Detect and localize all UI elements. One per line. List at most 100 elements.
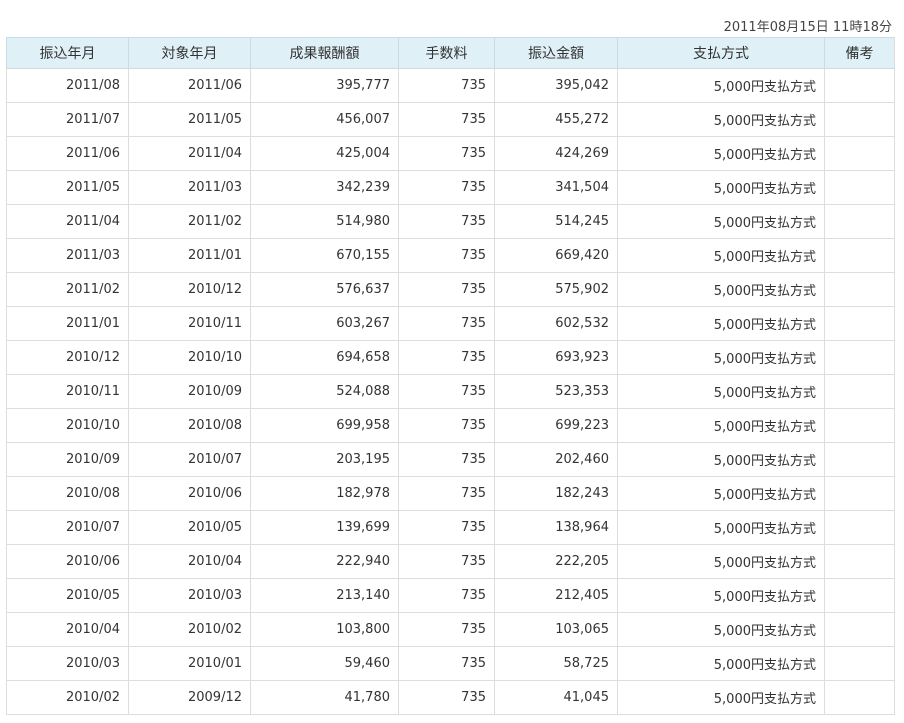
cell-reward-amount: 425,004: [250, 136, 399, 171]
cell-transfer-month: 2010/06: [6, 544, 129, 579]
payment-history-table: 振込年月 対象年月 成果報酬額 手数料 振込金額 支払方式 備考 2011/08…: [6, 37, 895, 715]
cell-target-month: 2010/03: [128, 578, 251, 613]
cell-transfer-amount: 182,243: [494, 476, 618, 511]
cell-transfer-month: 2011/05: [6, 170, 129, 205]
cell-target-month: 2010/05: [128, 510, 251, 545]
col-header-transfer-amount: 振込金額: [494, 37, 618, 69]
cell-payment-method: 5,000円支払方式: [617, 238, 825, 273]
cell-remarks: [824, 136, 895, 171]
table-body: 2011/08 2011/06 395,777 735 395,042 5,000円支払方…: [6, 68, 895, 715]
table-row: 2010/10 2010/08 699,958 735 699,223 5,000円支払方…: [6, 408, 895, 443]
cell-payment-method: 5,000円支払方式: [617, 476, 825, 511]
cell-payment-method: 5,000円支払方式: [617, 340, 825, 375]
table-row: 2011/07 2011/05 456,007 735 455,272 5,000円支払方…: [6, 102, 895, 137]
cell-transfer-amount: 523,353: [494, 374, 618, 409]
cell-transfer-amount: 669,420: [494, 238, 618, 273]
cell-transfer-month: 2010/02: [6, 680, 129, 715]
cell-fee: 735: [398, 238, 495, 273]
cell-transfer-month: 2011/03: [6, 238, 129, 273]
cell-reward-amount: 342,239: [250, 170, 399, 205]
table-row: 2010/02 2009/12 41,780 735 41,045 5,000円支払方式: [6, 680, 895, 715]
cell-reward-amount: 524,088: [250, 374, 399, 409]
cell-transfer-month: 2011/06: [6, 136, 129, 171]
cell-payment-method: 5,000円支払方式: [617, 646, 825, 681]
cell-payment-method: 5,000円支払方式: [617, 408, 825, 443]
cell-transfer-month: 2010/03: [6, 646, 129, 681]
cell-transfer-amount: 395,042: [494, 68, 618, 103]
cell-transfer-amount: 202,460: [494, 442, 618, 477]
cell-remarks: [824, 612, 895, 647]
cell-payment-method: 5,000円支払方式: [617, 442, 825, 477]
cell-remarks: [824, 374, 895, 409]
cell-remarks: [824, 578, 895, 613]
cell-target-month: 2011/06: [128, 68, 251, 103]
cell-fee: 735: [398, 204, 495, 239]
cell-transfer-amount: 58,725: [494, 646, 618, 681]
cell-remarks: [824, 68, 895, 103]
table-row: 2011/05 2011/03 342,239 735 341,504 5,000円支払方…: [6, 170, 895, 205]
cell-remarks: [824, 272, 895, 307]
cell-fee: 735: [398, 578, 495, 613]
cell-transfer-month: 2010/10: [6, 408, 129, 443]
col-header-target-month: 対象年月: [128, 37, 251, 69]
cell-remarks: [824, 680, 895, 715]
cell-remarks: [824, 510, 895, 545]
cell-fee: 735: [398, 646, 495, 681]
cell-fee: 735: [398, 680, 495, 715]
cell-fee: 735: [398, 340, 495, 375]
cell-transfer-month: 2010/05: [6, 578, 129, 613]
col-header-reward-amount: 成果報酬額: [250, 37, 399, 69]
cell-reward-amount: 699,958: [250, 408, 399, 443]
cell-fee: 735: [398, 306, 495, 341]
cell-reward-amount: 576,637: [250, 272, 399, 307]
cell-reward-amount: 395,777: [250, 68, 399, 103]
cell-fee: 735: [398, 544, 495, 579]
cell-reward-amount: 139,699: [250, 510, 399, 545]
cell-remarks: [824, 102, 895, 137]
cell-target-month: 2010/08: [128, 408, 251, 443]
cell-target-month: 2011/04: [128, 136, 251, 171]
table-row: 2011/06 2011/04 425,004 735 424,269 5,000円支払方…: [6, 136, 895, 171]
cell-fee: 735: [398, 612, 495, 647]
cell-remarks: [824, 476, 895, 511]
cell-target-month: 2011/05: [128, 102, 251, 137]
col-header-fee: 手数料: [398, 37, 495, 69]
table-header-row: 振込年月 対象年月 成果報酬額 手数料 振込金額 支払方式 備考: [6, 37, 895, 69]
cell-reward-amount: 456,007: [250, 102, 399, 137]
cell-fee: 735: [398, 272, 495, 307]
table-row: 2010/07 2010/05 139,699 735 138,964 5,000円支払方…: [6, 510, 895, 545]
cell-remarks: [824, 646, 895, 681]
cell-remarks: [824, 340, 895, 375]
table-row: 2011/04 2011/02 514,980 735 514,245 5,000円支払方…: [6, 204, 895, 239]
table-row: 2011/02 2010/12 576,637 735 575,902 5,000円支払方…: [6, 272, 895, 307]
cell-target-month: 2010/10: [128, 340, 251, 375]
col-header-payment-method: 支払方式: [617, 37, 825, 69]
table-row: 2010/09 2010/07 203,195 735 202,460 5,000円支払方…: [6, 442, 895, 477]
cell-transfer-month: 2010/07: [6, 510, 129, 545]
cell-reward-amount: 103,800: [250, 612, 399, 647]
cell-remarks: [824, 238, 895, 273]
cell-target-month: 2010/12: [128, 272, 251, 307]
cell-target-month: 2010/06: [128, 476, 251, 511]
cell-remarks: [824, 442, 895, 477]
cell-fee: 735: [398, 442, 495, 477]
cell-payment-method: 5,000円支払方式: [617, 578, 825, 613]
cell-transfer-amount: 103,065: [494, 612, 618, 647]
table-row: 2010/04 2010/02 103,800 735 103,065 5,000円支払方…: [6, 612, 895, 647]
table-row: 2010/03 2010/01 59,460 735 58,725 5,000円支払方式: [6, 646, 895, 681]
cell-transfer-month: 2010/11: [6, 374, 129, 409]
table-row: 2011/08 2011/06 395,777 735 395,042 5,000円支払方…: [6, 68, 895, 103]
report-timestamp: 2011年08月15日 11時18分: [723, 20, 892, 35]
cell-payment-method: 5,000円支払方式: [617, 612, 825, 647]
cell-payment-method: 5,000円支払方式: [617, 170, 825, 205]
table-row: 2011/03 2011/01 670,155 735 669,420 5,000円支払方…: [6, 238, 895, 273]
cell-transfer-month: 2010/04: [6, 612, 129, 647]
table-row: 2010/05 2010/03 213,140 735 212,405 5,000円支払方…: [6, 578, 895, 613]
cell-transfer-amount: 41,045: [494, 680, 618, 715]
cell-transfer-month: 2010/12: [6, 340, 129, 375]
cell-target-month: 2010/09: [128, 374, 251, 409]
cell-transfer-month: 2011/04: [6, 204, 129, 239]
cell-target-month: 2010/07: [128, 442, 251, 477]
cell-transfer-amount: 514,245: [494, 204, 618, 239]
cell-target-month: 2011/03: [128, 170, 251, 205]
